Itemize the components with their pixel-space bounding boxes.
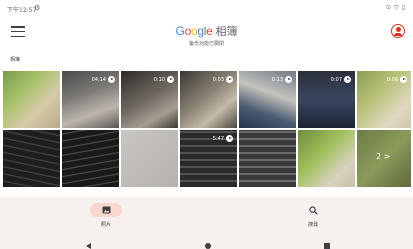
photo-plant-1[interactable] <box>3 71 60 128</box>
video-duration: 04:14 <box>91 76 106 83</box>
logo-letter: e <box>206 24 213 38</box>
photo-keyboard-2[interactable] <box>62 130 119 187</box>
video-thumbnail[interactable]: 0:03 <box>180 71 237 128</box>
photo-keyboard-3[interactable] <box>239 130 296 187</box>
google-logo: Google <box>176 24 213 38</box>
video-thumbnail[interactable]: 0:10 <box>121 71 178 128</box>
logo-letter: G <box>175 24 185 38</box>
status-icons: ⊙ ▽ ▯ <box>386 4 405 12</box>
nav-photos-label: 照片 <box>100 222 111 228</box>
play-icon <box>226 135 233 142</box>
gear-icon: ⚙ <box>34 4 41 12</box>
status-bar: 下午12:57 ⚙ ⊙ ▽ ▯ <box>0 0 413 20</box>
battery-icon: ▯ <box>401 4 405 11</box>
video-duration: 0:06 <box>386 76 398 83</box>
video-thumbnail[interactable]: 04:14 <box>62 71 119 128</box>
video-duration: 0:07 <box>330 76 342 83</box>
search-icon <box>308 205 318 215</box>
account-circle-icon[interactable] <box>391 24 405 38</box>
nav-search-label: 搜尋 <box>307 222 318 228</box>
recents-icon[interactable] <box>324 243 330 249</box>
backup-status[interactable]: 备份功能已關閉 <box>0 40 413 47</box>
nav-search-pill <box>297 203 329 217</box>
play-icon <box>285 76 292 83</box>
bottom-navigation: 照片 搜尋 <box>0 197 413 249</box>
target-icon: ⊙ <box>386 4 392 11</box>
photo-plant-2[interactable] <box>298 130 355 187</box>
video-thumbnail[interactable]: 0:13 <box>239 71 296 128</box>
play-icon <box>226 76 233 83</box>
app-header: Google 相簿 备份功能已關閉 <box>0 20 413 47</box>
video-duration: 0:03 <box>212 76 224 83</box>
nav-search[interactable]: 搜尋 <box>283 203 343 228</box>
wifi-icon: ▽ <box>394 4 399 11</box>
video-duration: 0:13 <box>271 76 283 83</box>
nav-photos[interactable]: 照片 <box>76 203 136 228</box>
video-thumbnail[interactable]: 0:06 <box>357 71 411 128</box>
status-time: 下午12:57 <box>7 7 37 14</box>
system-navigation-bar <box>0 243 413 249</box>
play-icon <box>167 76 174 83</box>
play-icon <box>400 76 407 83</box>
nav-photos-pill <box>90 203 122 217</box>
section-label: 相簿 <box>10 57 21 63</box>
app-name: 相簿 <box>215 25 238 38</box>
back-icon[interactable] <box>86 243 91 249</box>
video-thumbnail[interactable]: 0:07 <box>298 71 355 128</box>
play-icon <box>108 76 115 83</box>
photo-keyboard-1[interactable] <box>3 130 60 187</box>
photo-icon <box>102 206 110 214</box>
video-duration: 5:47 <box>212 135 224 142</box>
more-photos-label[interactable]: 2 > <box>376 152 390 161</box>
home-icon[interactable] <box>205 243 211 249</box>
play-icon <box>344 76 351 83</box>
photo-blank[interactable] <box>121 130 178 187</box>
video-thumbnail[interactable]: 5:47 <box>180 130 237 187</box>
video-duration: 0:10 <box>153 76 165 83</box>
